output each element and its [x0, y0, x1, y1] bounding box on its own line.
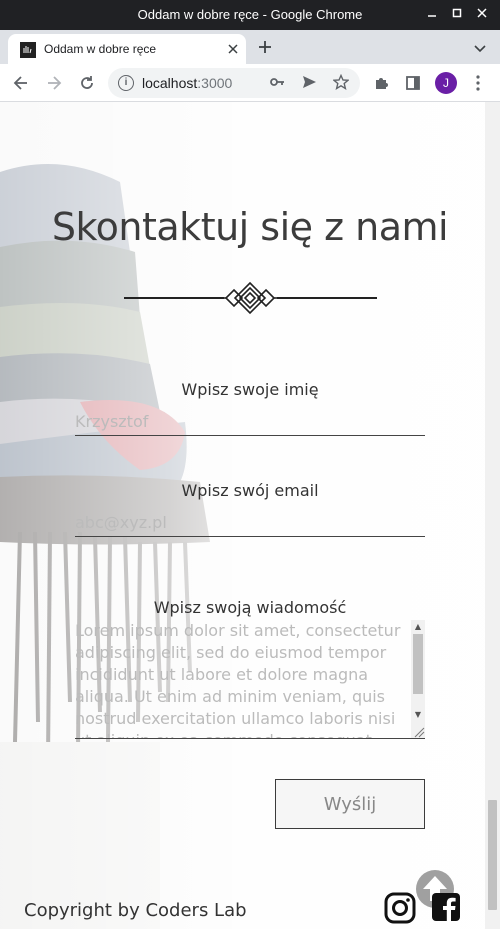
site-info-icon[interactable]: i	[118, 75, 134, 91]
facebook-icon[interactable]	[432, 893, 460, 921]
bookmark-star-icon[interactable]	[332, 73, 350, 92]
side-panel-icon[interactable]	[402, 72, 424, 94]
tab-title: Oddam w dobre ręce	[44, 42, 157, 56]
close-window-icon[interactable]	[472, 5, 492, 25]
tab-strip: Oddam w dobre ręce	[0, 30, 500, 64]
window-titlebar: Oddam w dobre ręce - Google Chrome	[0, 0, 500, 30]
message-scrollbar-thumb[interactable]	[413, 634, 423, 694]
scroll-up-arrow-icon[interactable]: ▲	[411, 620, 425, 634]
address-bar[interactable]: i localhost:3000	[108, 68, 360, 98]
message-field-wrapper: ▲ ▼	[75, 620, 425, 739]
email-label: Wpisz swój email	[181, 481, 319, 500]
instagram-icon[interactable]	[384, 892, 416, 924]
reload-icon[interactable]	[76, 72, 98, 94]
back-icon[interactable]	[10, 72, 32, 94]
copyright-text: Copyright by Coders Lab	[24, 900, 247, 921]
new-tab-icon[interactable]	[258, 34, 272, 59]
resize-grip-icon[interactable]	[411, 724, 425, 738]
more-menu-icon[interactable]	[467, 72, 489, 94]
extensions-puzzle-icon[interactable]	[370, 72, 392, 94]
browser-tab[interactable]: Oddam w dobre ręce	[8, 34, 246, 64]
send-tab-icon[interactable]	[300, 74, 318, 92]
page-viewport: Skontaktuj się z nami Wpisz swoje imię W…	[0, 102, 500, 929]
page-scrollbar-thumb[interactable]	[488, 800, 497, 910]
email-field[interactable]	[75, 509, 425, 537]
message-label: Wpisz swoją wiadomość	[153, 598, 347, 617]
message-scrollbar[interactable]: ▲ ▼	[411, 620, 425, 738]
maximize-icon[interactable]	[447, 5, 467, 25]
message-field[interactable]	[75, 620, 411, 738]
profile-avatar[interactable]: J	[435, 72, 457, 94]
minimize-icon[interactable]	[422, 5, 442, 25]
contact-heading: Skontaktuj się z nami	[51, 205, 449, 249]
key-icon[interactable]	[268, 74, 286, 92]
ornament-divider-icon	[124, 281, 377, 315]
url-text: localhost:3000	[142, 75, 233, 91]
tab-search-chevron-icon[interactable]	[474, 39, 486, 53]
send-button[interactable]: Wyślij	[275, 779, 425, 829]
hand-logo-icon	[20, 42, 36, 58]
name-field[interactable]	[75, 408, 425, 436]
browser-toolbar: i localhost:3000 J	[0, 64, 500, 102]
scroll-down-arrow-icon[interactable]: ▼	[411, 708, 425, 722]
forward-icon[interactable]	[43, 72, 65, 94]
name-label: Wpisz swoje imię	[181, 380, 319, 399]
close-tab-icon[interactable]	[228, 40, 238, 58]
